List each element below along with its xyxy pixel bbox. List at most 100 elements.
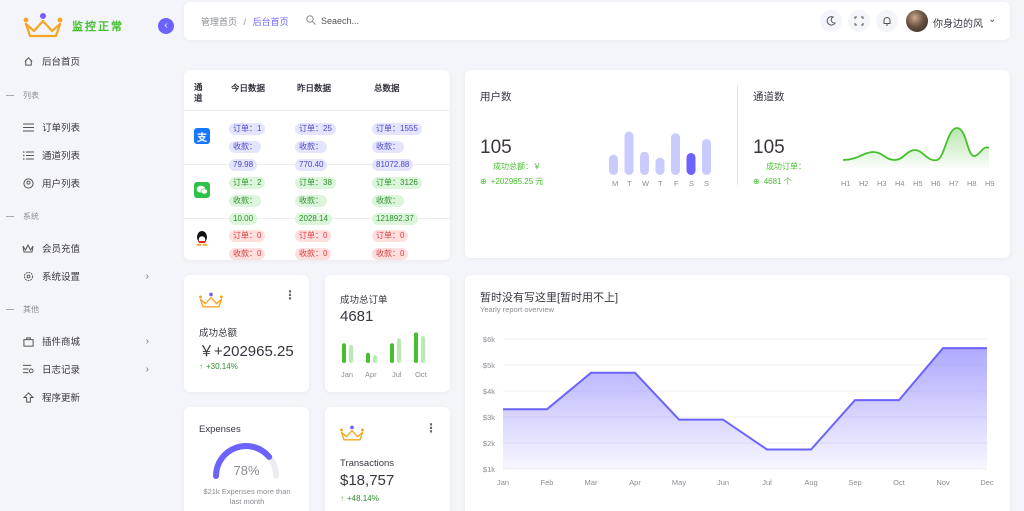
x-tick-label: Apr (629, 478, 641, 487)
user-bar (671, 133, 680, 175)
table-cell: 订单：3126 收款： 121892.37 (372, 172, 442, 226)
sidebar-item-label: 用户列表 (42, 179, 81, 190)
y-tick-label: $3k (483, 413, 495, 422)
x-tick-label: Mar (585, 478, 598, 487)
sidebar-item-channels[interactable]: 通道列表 (22, 146, 157, 164)
log-icon (22, 363, 34, 375)
success-orders-value: 4681 (340, 308, 374, 325)
sidebar-collapse-button[interactable]: ‹ (158, 18, 174, 34)
sidebar-item-update[interactable]: 程序更新 (22, 388, 157, 406)
top-bar: 管理首页 / 后台首页 Seaech... 你身边的风 ⌄ (184, 2, 1010, 40)
more-menu-icon[interactable]: ⋮ (284, 288, 296, 302)
crown-logo (23, 13, 63, 38)
table-cell: 订单：38 收款： 2028.14 (295, 172, 365, 226)
order-bar (414, 332, 418, 363)
trend-icon: ⊕ (480, 177, 487, 186)
qq-icon (194, 230, 210, 246)
success-total-value: ￥+202965.25 (199, 343, 294, 360)
chevron-down-icon[interactable]: ⌄ (988, 14, 996, 25)
x-tick-label: Aug (804, 478, 817, 487)
success-total-change: ↑ +30.14% (199, 362, 238, 371)
table-cell: 订单：0 收款：0 (229, 225, 299, 261)
x-tick-label: Jan (497, 478, 509, 487)
avatar[interactable] (906, 10, 928, 32)
crown-icon (199, 292, 223, 308)
username[interactable]: 你身边的风 (933, 15, 983, 30)
breadcrumb-current: 后台首页 (252, 17, 289, 27)
channels-sub-label: 成功订单： (766, 162, 806, 171)
sidebar-item-logs[interactable]: 日志记录 › (22, 360, 157, 378)
table-header-today: 今日数据 (231, 83, 266, 93)
transactions-card: ⋮ Transactions $18,757 ↑ +48.14% (325, 407, 450, 511)
sidebar-item-label: 日志记录 (42, 365, 81, 376)
arrow-up-icon: ↑ (199, 362, 203, 371)
search-input[interactable]: Seaech... (321, 16, 359, 26)
section-label-system: 系统 (6, 211, 39, 222)
gear-icon (22, 270, 34, 282)
table-header-total: 总数据 (374, 83, 400, 93)
user-bar (609, 154, 618, 175)
fullscreen-icon (854, 16, 864, 26)
expenses-title: Expenses (199, 424, 241, 435)
arrow-up-icon (22, 391, 34, 403)
user-bar (686, 152, 696, 175)
orders-bar-chart (342, 332, 425, 363)
theme-toggle-button[interactable] (820, 10, 842, 32)
alipay-icon: 支 (194, 128, 210, 144)
list-icon (22, 149, 34, 161)
order-bar-secondary (397, 338, 401, 363)
sidebar-item-settings[interactable]: 系统设置 › (22, 267, 157, 285)
transactions-change: ↑ +48.14% (340, 494, 379, 503)
sidebar-item-orders[interactable]: 订单列表 (22, 118, 157, 136)
breadcrumb-root[interactable]: 管理首页 (201, 17, 237, 27)
search-box[interactable]: Seaech... (306, 15, 359, 27)
sidebar-item-label: 程序更新 (42, 393, 81, 404)
user-bar (702, 139, 711, 175)
brand-name: 监控正常 (72, 21, 124, 33)
x-tick-label: Jul (762, 478, 772, 487)
order-bar (342, 343, 346, 363)
table-cell: 订单：25 收款： 770.40 (295, 118, 365, 172)
sidebar-item-plugins[interactable]: 插件商城 › (22, 332, 157, 350)
x-tick-label: Jun (717, 478, 729, 487)
success-total-card: ⋮ 成功总额 ￥+202965.25 ↑ +30.14% (184, 275, 309, 392)
x-tick-label: May (672, 478, 686, 487)
success-orders-card: 成功总订单 4681 Jan Apr Jul Oct (325, 275, 450, 392)
table-cell: 订单：2 收款： 10.00 (229, 172, 299, 226)
x-tick-label: Feb (541, 478, 554, 487)
table-cell: 订单：0 收款：0 (295, 225, 365, 261)
sidebar-item-label: 后台首页 (42, 57, 81, 68)
chevron-right-icon: › (145, 335, 149, 347)
success-total-label: 成功总额 (199, 328, 238, 339)
sidebar-item-recharge[interactable]: 会员充值 (22, 239, 157, 257)
table-cell: 订单：1555 收款： 81072.88 (372, 118, 442, 172)
bell-icon (883, 17, 891, 26)
y-tick-label: $5k (483, 361, 495, 370)
transactions-value: $18,757 (340, 472, 395, 489)
table-header-channel: 通道 (194, 82, 203, 103)
sidebar: 监控正常 后台首页 列表 订单列表 通道列表 用户列表 系统 会员充值 系统设置… (0, 0, 167, 511)
sidebar-item-label: 系统设置 (42, 272, 81, 283)
table-cell: 订单：0 收款：0 (372, 225, 442, 261)
chevron-right-icon: › (145, 363, 149, 375)
breadcrumb: 管理首页 / 后台首页 (201, 17, 289, 27)
transactions-label: Transactions (340, 458, 395, 469)
chevron-right-icon: › (145, 270, 149, 282)
stats-card: 用户数 105 成功总额：￥ ⊕ +202965.25 元 M T W T F S… (465, 70, 1010, 258)
sidebar-item-label: 插件商城 (42, 337, 81, 348)
arrow-up-icon: ↑ (340, 494, 344, 503)
more-menu-icon[interactable]: ⋮ (425, 421, 437, 435)
crown-icon (22, 242, 34, 254)
y-tick-label: $1k (483, 465, 495, 474)
channels-wave-chart (843, 127, 990, 170)
fullscreen-button[interactable] (848, 10, 870, 32)
expenses-note: $21k Expenses more than last month (203, 487, 291, 506)
notification-button[interactable] (876, 10, 898, 32)
section-label-list: 列表 (6, 90, 39, 101)
sidebar-item-users[interactable]: 用户列表 (22, 174, 157, 192)
expenses-percent: 78% (233, 463, 260, 478)
sidebar-item-dashboard[interactable]: 后台首页 (22, 52, 157, 70)
sidebar-item-label: 通道列表 (42, 151, 81, 162)
users-sub: ⊕ +202965.25 元 (480, 177, 544, 186)
order-bar-secondary (421, 336, 425, 363)
